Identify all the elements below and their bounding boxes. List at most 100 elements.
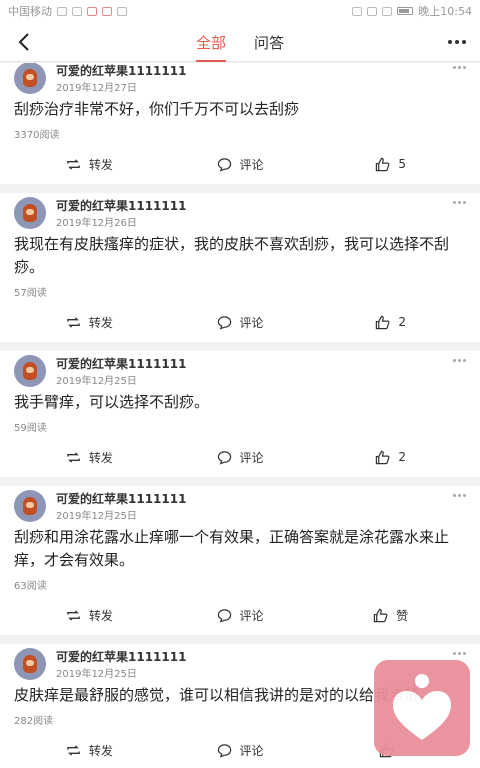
tab-qa[interactable]: 问答 <box>254 22 284 62</box>
comment-button[interactable]: 评论 <box>165 314 316 331</box>
author-name[interactable]: 可爱的红苹果1111111 <box>56 63 186 79</box>
like-button[interactable]: 2 <box>315 450 466 465</box>
read-count: 3370阅读 <box>14 130 60 141</box>
post-header: 可爱的红苹果1111111 2019年12月27日 <box>14 63 466 96</box>
settings-icon <box>117 6 127 16</box>
post-date: 2019年12月25日 <box>56 669 137 680</box>
comment-button[interactable]: 评论 <box>165 156 316 173</box>
post-more-button[interactable] <box>453 66 466 69</box>
app-notification-icon-2 <box>102 6 112 16</box>
post-more-button[interactable] <box>453 359 466 362</box>
author-name[interactable]: 可爱的红苹果1111111 <box>56 490 186 507</box>
tab-bar: 全部 问答 <box>0 22 480 62</box>
post-card: 可爱的红苹果1111111 2019年12月27日 刮痧治疗非常不好，你们千万不… <box>0 63 480 184</box>
forward-label: 转发 <box>88 608 113 623</box>
post-date: 2019年12月25日 <box>56 511 137 522</box>
comment-label: 评论 <box>239 743 264 758</box>
comment-button[interactable]: 评论 <box>165 607 316 624</box>
status-bar: 中国移动 晚上10:54 <box>0 0 480 22</box>
forward-icon <box>67 158 80 170</box>
app-notification-icon <box>87 6 97 16</box>
post-header: 可爱的红苹果1111111 2019年12月26日 <box>14 193 466 231</box>
avatar[interactable] <box>14 355 46 387</box>
status-right: 晚上10:54 <box>352 3 472 19</box>
read-count: 63阅读 <box>14 581 47 592</box>
like-button[interactable]: 2 <box>315 315 466 330</box>
comment-button[interactable]: 评论 <box>165 742 316 759</box>
author-name[interactable]: 可爱的红苹果1111111 <box>56 197 186 214</box>
clock: 晚上10:54 <box>418 5 472 18</box>
comment-icon <box>217 743 231 758</box>
read-count: 57阅读 <box>14 288 47 299</box>
like-button[interactable]: 赞 <box>315 607 466 624</box>
headset-icon <box>352 6 363 16</box>
thumbs-up-icon <box>373 608 388 622</box>
forward-label: 转发 <box>88 450 113 465</box>
thumbs-up-icon <box>376 315 390 329</box>
comment-button[interactable]: 评论 <box>165 449 316 466</box>
post-text[interactable]: 我现在有皮肤瘙痒的症状，我的皮肤不喜欢刮痧，我可以选择不刮痧。 <box>14 233 466 279</box>
thumbs-up-icon <box>376 450 390 464</box>
post-actions: 转发 评论 2 <box>14 437 466 477</box>
post-date: 2019年12月25日 <box>56 376 137 387</box>
comment-icon <box>217 608 231 623</box>
post-actions: 转发 评论 2 <box>14 302 466 342</box>
like-count: 5 <box>398 157 406 171</box>
post-text[interactable]: 刮痧和用涂花露水止痒哪一个有效果，正确答案就是涂花露水来止痒，才会有效果。 <box>14 526 466 572</box>
forward-button[interactable]: 转发 <box>14 449 165 466</box>
forward-button[interactable]: 转发 <box>14 607 165 624</box>
post-text[interactable]: 我手臂痒，可以选择不刮痧。 <box>14 391 466 414</box>
like-count: 赞 <box>396 608 409 623</box>
carrier-label: 中国移动 <box>8 5 52 18</box>
author-name[interactable]: 可爱的红苹果1111111 <box>56 355 186 372</box>
forward-button[interactable]: 转发 <box>14 742 165 759</box>
post-header: 可爱的红苹果1111111 2019年12月25日 <box>14 486 466 524</box>
forward-label: 转发 <box>88 315 113 330</box>
battery-icon <box>397 7 414 15</box>
avatar[interactable] <box>14 63 46 94</box>
avatar[interactable] <box>14 490 46 522</box>
forward-icon <box>67 451 80 463</box>
post-actions: 转发 评论 赞 <box>14 595 466 635</box>
floating-heart-logo[interactable] <box>374 660 470 756</box>
avatar[interactable] <box>14 197 46 229</box>
read-count: 59阅读 <box>14 423 47 434</box>
post-date: 2019年12月27日 <box>56 83 137 94</box>
forward-icon <box>67 744 80 756</box>
post-actions: 转发 评论 5 <box>14 144 466 184</box>
post-date: 2019年12月26日 <box>56 218 137 229</box>
post-more-button[interactable] <box>453 494 466 497</box>
wechat-icon <box>72 6 82 16</box>
comment-icon <box>217 157 231 172</box>
wifi-icon <box>382 6 393 16</box>
thumbs-up-icon <box>376 157 390 171</box>
post-more-button[interactable] <box>453 652 466 655</box>
more-options-button[interactable] <box>444 32 470 52</box>
comment-label: 评论 <box>239 157 264 172</box>
post-card: 可爱的红苹果1111111 2019年12月26日 我现在有皮肤瘙痒的症状，我的… <box>0 193 480 342</box>
like-count: 2 <box>398 450 406 464</box>
nav-bar: 全部 问答 <box>0 22 480 62</box>
post-card: 可爱的红苹果1111111 2019年12月25日 我手臂痒，可以选择不刮痧。 … <box>0 351 480 477</box>
signal-icon <box>57 6 67 16</box>
post-text[interactable]: 刮痧治疗非常不好，你们千万不可以去刮痧 <box>14 98 466 121</box>
comment-label: 评论 <box>239 315 264 330</box>
post-header: 可爱的红苹果1111111 2019年12月25日 <box>14 351 466 389</box>
forward-button[interactable]: 转发 <box>14 314 165 331</box>
post-card: 可爱的红苹果1111111 2019年12月25日 刮痧和用涂花露水止痒哪一个有… <box>0 486 480 635</box>
heart-person-icon <box>393 674 451 740</box>
like-count: 2 <box>398 315 406 329</box>
moon-icon <box>367 6 378 16</box>
avatar[interactable] <box>14 648 46 680</box>
tab-all[interactable]: 全部 <box>195 22 227 62</box>
comment-label: 评论 <box>239 608 264 623</box>
author-name[interactable]: 可爱的红苹果1111111 <box>56 648 186 665</box>
like-button[interactable]: 5 <box>315 157 466 172</box>
forward-button[interactable]: 转发 <box>14 156 165 173</box>
comment-label: 评论 <box>239 450 264 465</box>
comment-icon <box>217 315 231 330</box>
post-more-button[interactable] <box>453 201 466 204</box>
forward-icon <box>67 609 80 621</box>
forward-label: 转发 <box>88 743 113 758</box>
forward-icon <box>67 316 80 328</box>
